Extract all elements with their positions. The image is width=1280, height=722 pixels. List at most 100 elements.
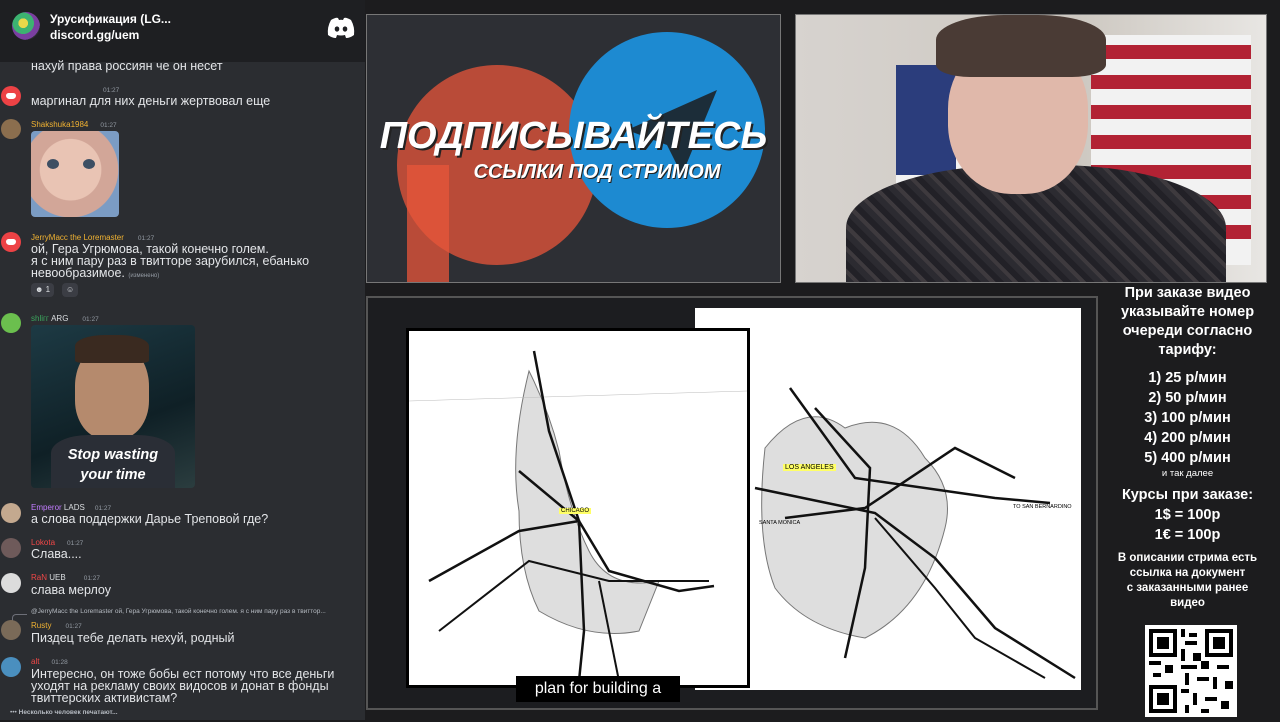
server-name: Урусификация (LG... — [50, 12, 171, 26]
map-label: LOS ANGELES — [783, 464, 836, 471]
server-icon[interactable] — [12, 12, 40, 40]
timestamp: 01:27 — [83, 575, 100, 582]
tag-label: LADS — [63, 503, 85, 512]
author-name[interactable]: Lokota — [31, 538, 55, 547]
discord-logo-icon — [327, 17, 355, 38]
person-hair — [75, 335, 149, 363]
chat-header: Урусификация (LG... discord.gg/uem — [0, 0, 365, 62]
message-author[interactable]: JerryMacc the Loremaster 01:27 — [31, 233, 154, 242]
map-label: CHICAGO — [559, 508, 592, 514]
tag-label: ARG — [51, 314, 69, 323]
order-instruction: очереди согласно — [1122, 323, 1253, 339]
message-text: Пиздец тебе делать нехуй, родный — [31, 631, 235, 645]
los-angeles-map: LOS ANGELES TO SAN BERNARDINO SANTA MONI… — [695, 308, 1081, 690]
map-label: SANTA MONICA — [759, 520, 801, 526]
typing-dots-icon: ••• — [10, 709, 17, 716]
timestamp: 01:27 — [103, 87, 120, 94]
qr-code[interactable] — [1145, 625, 1237, 717]
order-info-panel: При заказе видео указывайте номер очеред… — [1095, 284, 1280, 611]
message-author[interactable]: shliгг ARG 01:27 — [31, 314, 99, 323]
timestamp: 01:27 — [67, 540, 84, 547]
tariff-item: 3) 100 р/мин — [1144, 410, 1231, 426]
order-instruction: указывайте номер — [1120, 304, 1255, 320]
rates-title: Курсы при заказе: — [1121, 487, 1254, 503]
message-gif[interactable]: Stop wasting your time — [31, 325, 195, 488]
message-text: маргинал для них деньги жертвовал еще — [31, 94, 271, 108]
avatar[interactable] — [1, 232, 21, 252]
banner-title: ПОДПИСЫВАЙТЕСЬ — [379, 115, 768, 157]
author-name[interactable]: RaN — [31, 573, 47, 582]
avatar[interactable] — [1, 313, 21, 333]
message-text: нахуй права россиян че он несет — [31, 59, 223, 73]
tariff-etc: и так далее — [1161, 468, 1214, 479]
order-instruction: тарифу: — [1158, 342, 1217, 358]
qr-code-icon — [1149, 629, 1233, 713]
description-note: В описании стрима есть — [1117, 552, 1258, 564]
person-hair — [936, 15, 1106, 77]
typing-indicator: ••• Несколько человек печатают... — [10, 709, 118, 716]
message-author[interactable]: 01:27 — [31, 85, 119, 94]
avatar[interactable] — [1, 573, 21, 593]
avatar[interactable] — [1, 119, 21, 139]
chat-panel: Урусификация (LG... discord.gg/uem нахуй… — [0, 0, 365, 720]
author-name[interactable]: Rusty — [31, 621, 51, 630]
message-author[interactable]: Shakshuka1984 01:27 — [31, 120, 117, 129]
reaction-button[interactable]: ☻ 1 — [31, 283, 55, 297]
avatar[interactable] — [1, 620, 21, 640]
edited-label: (изменено) — [128, 273, 160, 279]
tag-label: UEB — [49, 573, 66, 582]
message-author[interactable]: Emperor LADS 01:27 — [31, 503, 111, 512]
rate-item: 1$ = 100р — [1154, 507, 1221, 523]
timestamp: 01:28 — [51, 659, 68, 666]
message-author[interactable]: Lokota 01:27 — [31, 538, 83, 547]
timestamp: 01:27 — [137, 235, 155, 242]
description-note: видео — [1170, 597, 1205, 609]
map-label: TO SAN BERNARDINO — [1013, 504, 1072, 510]
maps-panel: LOS ANGELES TO SAN BERNARDINO SANTA MONI… — [366, 296, 1098, 710]
author-name[interactable]: Shakshuka1984 — [31, 120, 88, 129]
reaction-emoji-icon: ☻ — [35, 285, 44, 294]
timestamp: 01:27 — [82, 316, 99, 323]
eye — [47, 159, 59, 169]
timestamp: 01:27 — [94, 505, 112, 512]
message-text: а слова поддержки Дарье Треповой где? — [31, 512, 269, 526]
typing-text: Несколько человек печатают... — [18, 709, 118, 716]
reply-preview[interactable]: @JerryMacc the Loremaster ой, Гера Угрюм… — [31, 608, 326, 615]
message-text: невообразимое. (изменено) — [31, 267, 159, 283]
la-highway-lines — [754, 387, 1076, 680]
avatar[interactable] — [1, 538, 21, 558]
author-name[interactable]: JerryMacc the Loremaster — [31, 233, 124, 242]
message-author[interactable]: RaN UEB 01:27 — [31, 573, 100, 582]
chicago-map: CHICAGO — [406, 328, 750, 688]
eye — [83, 159, 95, 169]
description-note: с заказанными ранее — [1126, 582, 1249, 594]
message-line: невообразимое. — [31, 266, 125, 280]
banner-subtitle: ССЫЛКИ ПОД СТРИМОМ — [473, 161, 721, 183]
tariff-item: 2) 50 р/мин — [1148, 390, 1227, 406]
add-reaction-icon[interactable]: ☺ — [62, 283, 79, 297]
author-name[interactable]: Emperor — [31, 503, 62, 512]
message-image[interactable] — [31, 131, 119, 217]
timestamp: 01:27 — [100, 122, 117, 129]
reaction-count: 1 — [45, 285, 51, 294]
author-name[interactable]: shliгг — [31, 314, 49, 323]
rate-item: 1€ = 100р — [1154, 527, 1221, 543]
avatar[interactable] — [1, 86, 21, 106]
gif-caption: Stop wasting — [67, 447, 159, 463]
server-invite-link[interactable]: discord.gg/uem — [50, 28, 139, 42]
tariff-item: 1) 25 р/мин — [1148, 370, 1227, 386]
tariff-item: 5) 400 р/мин — [1144, 450, 1231, 466]
message-text: твиттерских активистам? — [31, 691, 178, 705]
message-author[interactable]: Rusty 01:27 — [31, 621, 82, 630]
timestamp: 01:27 — [65, 623, 82, 630]
message-text: слава мерлоу — [31, 583, 111, 597]
avatar[interactable] — [1, 657, 21, 677]
message-text: Слава.... — [31, 547, 82, 561]
subscribe-banner: ПОДПИСЫВАЙТЕСЬ ССЫЛКИ ПОД СТРИМОМ — [366, 14, 781, 283]
message-author[interactable]: alt 01:28 — [31, 657, 68, 666]
webcam-feed — [795, 14, 1267, 283]
tariff-item: 4) 200 р/мин — [1144, 430, 1231, 446]
author-name[interactable]: alt — [31, 657, 39, 666]
avatar[interactable] — [1, 503, 21, 523]
video-subtitle: plan for building a — [516, 676, 680, 702]
